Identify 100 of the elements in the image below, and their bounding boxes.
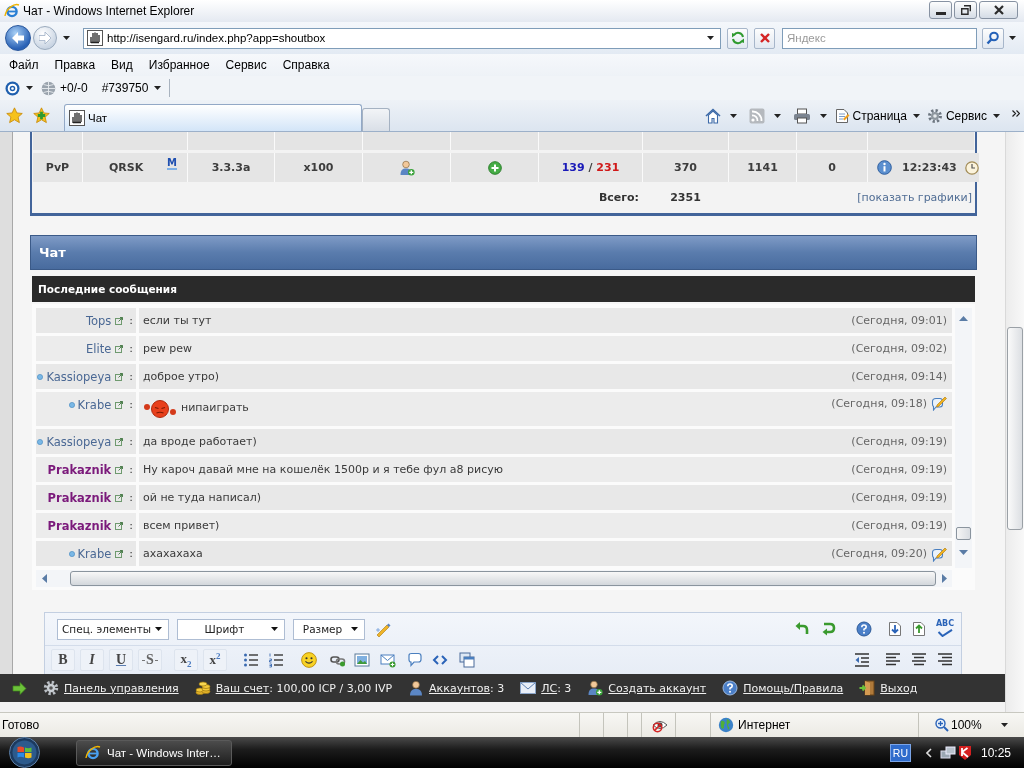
align-left-icon[interactable]: [885, 652, 901, 668]
bullet-list-icon[interactable]: [243, 652, 259, 668]
address-field[interactable]: http://isengard.ru/index.php?app=shoutbox: [83, 27, 721, 49]
scrollbar-thumb[interactable]: [1007, 327, 1023, 530]
align-right-icon[interactable]: [937, 652, 953, 668]
arrow-right-icon[interactable]: [12, 680, 27, 696]
close-button[interactable]: [979, 1, 1018, 19]
menu-button[interactable]: Сервис: [926, 107, 1000, 124]
scrollbar-thumb[interactable]: [70, 571, 936, 586]
arrow-left-icon[interactable]: [42, 574, 47, 583]
menu-item[interactable]: Избранное: [140, 58, 218, 72]
scrollbar[interactable]: [1005, 132, 1024, 712]
speech-bubble-icon[interactable]: [407, 652, 423, 668]
strikethrough-button[interactable]: S: [138, 649, 162, 671]
dropdown-button[interactable]: #739750: [101, 81, 162, 95]
user-add-icon[interactable]: [398, 159, 415, 176]
search-field[interactable]: Яндекс: [782, 27, 977, 49]
external-link-icon[interactable]: [115, 437, 124, 446]
external-link-icon[interactable]: [115, 401, 124, 409]
external-link-icon[interactable]: [115, 549, 124, 558]
redo-icon[interactable]: [821, 621, 837, 637]
link[interactable]: Аккаунтов: [429, 681, 490, 695]
pencil-bubble-icon[interactable]: [931, 395, 947, 411]
taskbar-button[interactable]: Чат - Windows Inter…: [76, 739, 232, 766]
align-center-icon[interactable]: [911, 652, 927, 668]
author-name[interactable]: Kassiopeya: [46, 434, 112, 449]
scrollbar[interactable]: [955, 308, 972, 568]
arrow-up-icon[interactable]: [959, 316, 968, 321]
caret-icon[interactable]: [63, 36, 70, 40]
external-link-icon[interactable]: [115, 316, 124, 325]
chevron-icon[interactable]: [1012, 109, 1020, 117]
info-icon[interactable]: [877, 160, 892, 175]
caret-icon[interactable]: [819, 113, 827, 118]
star-plus-icon[interactable]: [33, 107, 50, 124]
undo-icon[interactable]: [794, 621, 810, 637]
caret-icon[interactable]: [707, 36, 714, 40]
menu-item[interactable]: Вид: [103, 58, 141, 72]
envelope-plus-icon[interactable]: [380, 652, 396, 668]
author-name[interactable]: Elite: [86, 341, 112, 356]
italic-button[interactable]: I: [80, 649, 104, 671]
superscript-button[interactable]: x$^{2}$: [203, 649, 227, 671]
link[interactable]: Панель управления: [64, 681, 179, 695]
ring-icon[interactable]: [5, 80, 20, 96]
spellcheck-button[interactable]: ABC: [934, 619, 956, 639]
maximize-button[interactable]: [954, 1, 977, 19]
external-link-icon[interactable]: [115, 521, 124, 530]
author-name[interactable]: Kassiopeya: [46, 369, 112, 384]
printer-icon[interactable]: [792, 107, 811, 124]
stop-button[interactable]: [754, 27, 775, 49]
document-upload-icon[interactable]: [911, 621, 927, 637]
search-button[interactable]: [982, 27, 1004, 49]
dropdown[interactable]: Шрифт: [177, 618, 285, 640]
external-link-icon[interactable]: [115, 344, 124, 353]
scrollbar-thumb[interactable]: [956, 527, 971, 540]
language-indicator[interactable]: RU: [889, 743, 911, 762]
caret-icon[interactable]: [773, 113, 781, 118]
arrow-right-icon[interactable]: [942, 574, 947, 583]
network-icon[interactable]: [939, 744, 956, 761]
underline-button[interactable]: U: [109, 649, 133, 671]
author-name[interactable]: Prakaznik: [47, 518, 112, 533]
home-icon[interactable]: [704, 107, 721, 124]
dropdown[interactable]: Размер: [293, 618, 365, 640]
document-download-icon[interactable]: [887, 621, 903, 637]
subscript-button[interactable]: x$_{2}$: [174, 649, 198, 671]
caret-icon[interactable]: [26, 86, 33, 90]
browser-tab[interactable]: Чат: [64, 104, 362, 131]
refresh-button[interactable]: [727, 27, 748, 49]
dropdown[interactable]: Спец. элементы: [57, 618, 169, 640]
caret-icon[interactable]: [1009, 36, 1016, 40]
scrollbar[interactable]: [36, 570, 952, 587]
link[interactable]: Помощь/Правила: [743, 681, 844, 695]
pencil-icon[interactable]: [375, 621, 391, 637]
image-icon[interactable]: [354, 652, 370, 668]
menu-item[interactable]: Правка: [46, 58, 104, 72]
mark-text[interactable]: M: [167, 158, 177, 170]
menu-item[interactable]: Файл: [1, 58, 47, 72]
start-button[interactable]: [9, 737, 40, 768]
menu-button[interactable]: Страница: [833, 107, 920, 124]
chevron-left-icon[interactable]: [925, 747, 932, 758]
shield-tray-icon[interactable]: [956, 744, 973, 761]
author-name[interactable]: Tops: [85, 313, 112, 328]
external-link-icon[interactable]: [115, 493, 124, 502]
plus-circle-icon[interactable]: [487, 160, 502, 175]
bold-button[interactable]: B: [51, 649, 75, 671]
link[interactable]: Создать аккаунт: [608, 681, 707, 695]
author-name[interactable]: Prakaznik: [47, 490, 112, 505]
outdent-icon[interactable]: [854, 652, 870, 668]
show-charts-link[interactable]: [показать графики]: [857, 191, 972, 204]
smiley-icon[interactable]: [300, 652, 318, 668]
menu-item[interactable]: Справка: [274, 58, 338, 72]
caret-icon[interactable]: [729, 113, 737, 118]
external-link-icon[interactable]: [115, 465, 124, 474]
back-button[interactable]: [5, 25, 31, 51]
zoom-button[interactable]: 100%: [935, 718, 1008, 732]
external-link-icon[interactable]: [115, 372, 124, 381]
menu-item[interactable]: Сервис: [217, 58, 275, 72]
minimize-button[interactable]: [929, 1, 952, 19]
copy-windows-icon[interactable]: [459, 652, 475, 668]
help-icon[interactable]: [856, 621, 872, 637]
author-name[interactable]: Krabe: [77, 398, 112, 412]
